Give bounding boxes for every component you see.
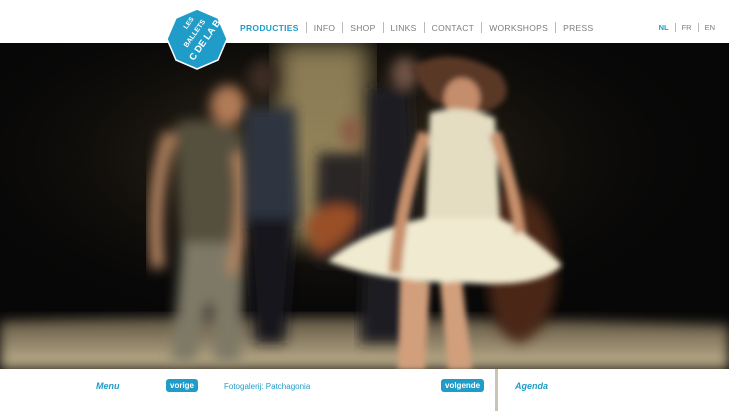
main-nav: PRODUCTIES INFO SHOP LINKS CONTACT WORKS… (240, 22, 593, 33)
language-switcher: NL FR EN (659, 23, 715, 32)
language-separator (674, 23, 676, 32)
nav-separator (382, 22, 384, 33)
nav-item-info[interactable]: INFO (314, 23, 336, 33)
previous-button[interactable]: vorige (166, 379, 199, 392)
nav-item-contact[interactable]: CONTACT (432, 23, 475, 33)
nav-item-producties[interactable]: PRODUCTIES (240, 23, 299, 33)
nav-separator (481, 22, 483, 33)
language-separator (697, 23, 699, 32)
gallery-title: Fotogalerij: Patchagonia (224, 382, 311, 391)
next-button[interactable]: volgende (441, 379, 485, 392)
nav-item-press[interactable]: PRESS (563, 23, 593, 33)
nav-separator (342, 22, 344, 33)
menu-link[interactable]: Menu (96, 381, 120, 391)
language-fr[interactable]: FR (682, 23, 692, 32)
gallery-bar: Menu vorige Fotogalerij: Patchagonia vol… (0, 369, 729, 411)
brand-logo[interactable]: LES BALLETS C DE LA B (166, 8, 228, 70)
column-divider (495, 369, 498, 411)
hero-photo (0, 43, 729, 369)
top-bar: PRODUCTIES INFO SHOP LINKS CONTACT WORKS… (0, 0, 729, 43)
agenda-link[interactable]: Agenda (515, 381, 548, 391)
language-en[interactable]: EN (705, 23, 715, 32)
dance-photo-icon (0, 43, 729, 369)
nav-item-shop[interactable]: SHOP (350, 23, 375, 33)
nav-item-workshops[interactable]: WORKSHOPS (489, 23, 548, 33)
nav-item-links[interactable]: LINKS (391, 23, 417, 33)
nav-separator (555, 22, 557, 33)
nav-separator (305, 22, 307, 33)
language-nl[interactable]: NL (659, 23, 669, 32)
nav-separator (423, 22, 425, 33)
